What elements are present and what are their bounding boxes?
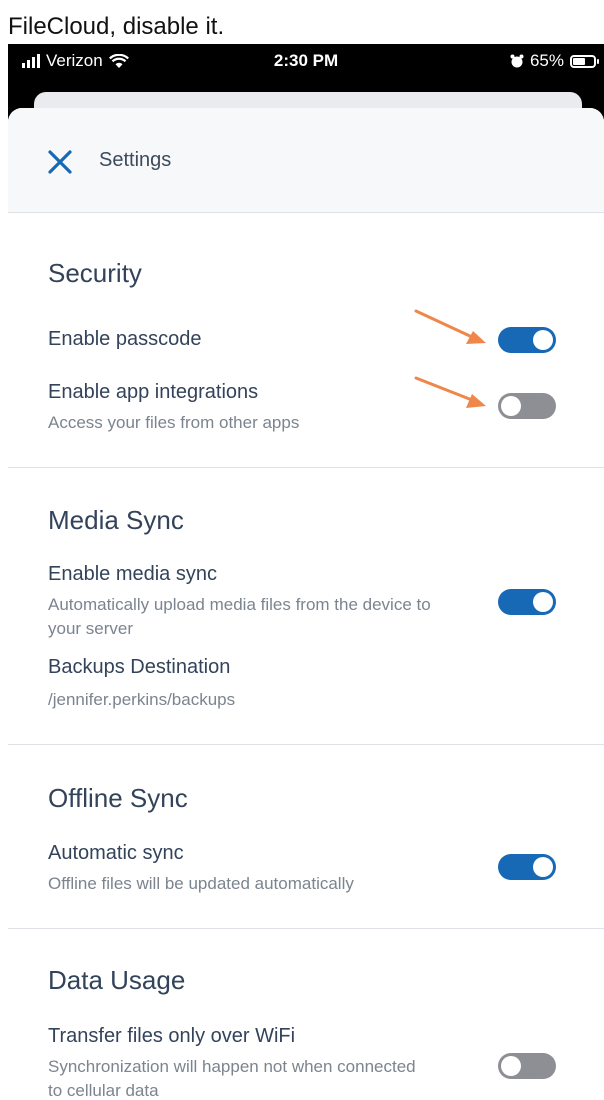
media-sync-toggle[interactable]: [498, 589, 556, 615]
backups-destination-label[interactable]: Backups Destination: [48, 656, 230, 679]
section-title-data-usage: Data Usage: [48, 965, 186, 995]
toggle-knob: [533, 592, 553, 612]
wifi-only-label: Transfer files only over WiFi: [48, 1025, 296, 1047]
section-title-offline-sync: Offline Sync: [48, 783, 188, 813]
battery-percent: 65%: [529, 51, 564, 70]
section-title-media-sync: Media Sync: [48, 505, 184, 535]
auto-sync-label: Automatic sync: [48, 842, 184, 864]
wifi-only-toggle[interactable]: [498, 1053, 556, 1079]
backups-destination-value: /jennifer.perkins/backups: [48, 690, 236, 709]
offline-sync-section: Offline Sync Automatic sync Offline file…: [8, 745, 604, 929]
auto-sync-toggle[interactable]: [498, 854, 556, 880]
media-sync-description: Automatically upload media files from th…: [48, 595, 431, 638]
battery-icon: [570, 54, 599, 68]
section-title-security: Security: [48, 258, 142, 288]
toggle-knob: [501, 1056, 521, 1076]
close-icon[interactable]: [44, 146, 76, 178]
settings-header: Settings: [8, 108, 604, 213]
integrations-description: Access your files from other apps: [48, 413, 300, 432]
data-usage-section: Data Usage Transfer files only over WiFi…: [8, 929, 604, 1100]
toggle-knob: [501, 396, 521, 416]
integrations-label: Enable app integrations: [48, 381, 259, 403]
page-title: Settings: [99, 149, 172, 171]
settings-sheet: Settings Security Enable passcode Enable…: [8, 108, 604, 1100]
passcode-label: Enable passcode: [48, 328, 202, 350]
status-bar: Verizon 2:30 PM 65%: [8, 44, 604, 80]
media-sync-label: Enable media sync: [48, 563, 217, 585]
integrations-toggle[interactable]: [498, 393, 556, 419]
wifi-only-description: Synchronization will happen not when con…: [48, 1057, 416, 1100]
toggle-knob: [533, 330, 553, 350]
toggle-knob: [533, 857, 553, 877]
auto-sync-description: Offline files will be updated automatica…: [48, 874, 354, 893]
security-section: Security Enable passcode Enable app inte…: [8, 213, 604, 468]
annotation-arrow-icon: [414, 376, 486, 408]
alarm-icon: [510, 54, 524, 68]
annotation-caption: FileCloud, disable it.: [8, 13, 225, 40]
media-sync-section: Media Sync Enable media sync Automatical…: [8, 467, 604, 745]
annotation-arrow-icon: [414, 309, 486, 344]
status-right: 65%: [510, 51, 599, 71]
passcode-toggle[interactable]: [498, 327, 556, 353]
